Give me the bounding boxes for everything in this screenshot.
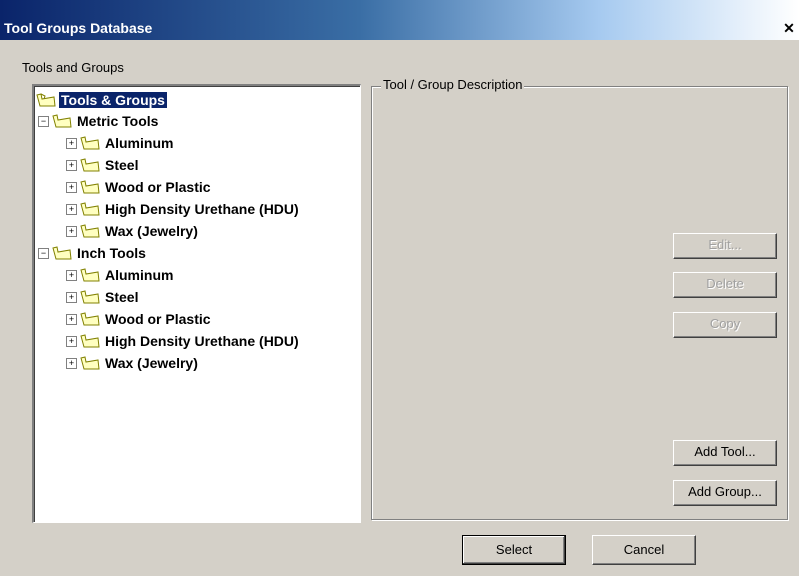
- folder-icon: [80, 202, 100, 216]
- tree-item-label: Aluminum: [105, 135, 174, 151]
- tree-item[interactable]: + Wood or Plastic: [66, 309, 213, 329]
- expand-icon[interactable]: +: [66, 203, 77, 215]
- expand-icon[interactable]: +: [66, 335, 77, 347]
- collapse-icon[interactable]: −: [38, 247, 49, 259]
- folder-icon: [52, 246, 72, 260]
- close-button[interactable]: ✕: [781, 20, 797, 36]
- tree-item-label: Wood or Plastic: [105, 179, 211, 195]
- folder-icon: [80, 290, 100, 304]
- title-bar: Tool Groups Database ✕: [0, 0, 799, 40]
- folder-icon: [80, 158, 100, 172]
- tree-item-label: Wax (Jewelry): [105, 355, 198, 371]
- folder-icon: [80, 224, 100, 238]
- tree-item[interactable]: + Wood or Plastic: [66, 177, 213, 197]
- tree-item[interactable]: + Aluminum: [66, 133, 175, 153]
- folder-icon: [80, 334, 100, 348]
- delete-button[interactable]: Delete: [673, 272, 777, 298]
- folder-icon: [80, 356, 100, 370]
- tree-item-label: Wood or Plastic: [105, 311, 211, 327]
- tree-group-label: Inch Tools: [77, 245, 146, 261]
- folder-icon: [80, 268, 100, 282]
- tree-item-label: Steel: [105, 289, 139, 305]
- tree-item[interactable]: + High Density Urethane (HDU): [66, 199, 301, 219]
- folder-icon: [80, 136, 100, 150]
- tree-item-label: Wax (Jewelry): [105, 223, 198, 239]
- expand-icon[interactable]: +: [66, 181, 77, 193]
- tree-item-label: Aluminum: [105, 267, 174, 283]
- tool-groups-tree[interactable]: Tools & Groups − Metric Tools + Aluminum…: [32, 84, 361, 523]
- select-button[interactable]: Select: [462, 535, 566, 565]
- tree-item[interactable]: + Wax (Jewelry): [66, 221, 200, 241]
- tree-item[interactable]: + High Density Urethane (HDU): [66, 331, 301, 351]
- tree-root-label: Tools & Groups: [58, 91, 168, 109]
- copy-button[interactable]: Copy: [673, 312, 777, 338]
- tree-section-label: Tools and Groups: [22, 60, 124, 75]
- window-title: Tool Groups Database: [4, 20, 153, 36]
- tree-item-label: Steel: [105, 157, 139, 173]
- add-group-button[interactable]: Add Group...: [673, 480, 777, 506]
- tree-item-label: High Density Urethane (HDU): [105, 333, 299, 349]
- tree-root-node[interactable]: Tools & Groups: [36, 90, 168, 110]
- folder-icon: [80, 180, 100, 194]
- tree-item[interactable]: + Wax (Jewelry): [66, 353, 200, 373]
- expand-icon[interactable]: +: [66, 159, 77, 171]
- expand-icon[interactable]: +: [66, 225, 77, 237]
- folder-icon: [52, 114, 72, 128]
- expand-icon[interactable]: +: [66, 357, 77, 369]
- folder-icon: [80, 312, 100, 326]
- tree-item[interactable]: + Steel: [66, 155, 140, 175]
- tree-group-metric[interactable]: − Metric Tools: [38, 111, 160, 131]
- folder-icon: [36, 93, 56, 107]
- tree-group-inch[interactable]: − Inch Tools: [38, 243, 148, 263]
- expand-icon[interactable]: +: [66, 313, 77, 325]
- tree-item-label: High Density Urethane (HDU): [105, 201, 299, 217]
- expand-icon[interactable]: +: [66, 291, 77, 303]
- add-tool-button[interactable]: Add Tool...: [673, 440, 777, 466]
- tree-item[interactable]: + Steel: [66, 287, 140, 307]
- expand-icon[interactable]: +: [66, 137, 77, 149]
- edit-button[interactable]: Edit...: [673, 233, 777, 259]
- collapse-icon[interactable]: −: [38, 115, 49, 127]
- tree-group-label: Metric Tools: [77, 113, 159, 129]
- tree-item[interactable]: + Aluminum: [66, 265, 175, 285]
- description-label: Tool / Group Description: [381, 77, 525, 92]
- expand-icon[interactable]: +: [66, 269, 77, 281]
- cancel-button[interactable]: Cancel: [592, 535, 696, 565]
